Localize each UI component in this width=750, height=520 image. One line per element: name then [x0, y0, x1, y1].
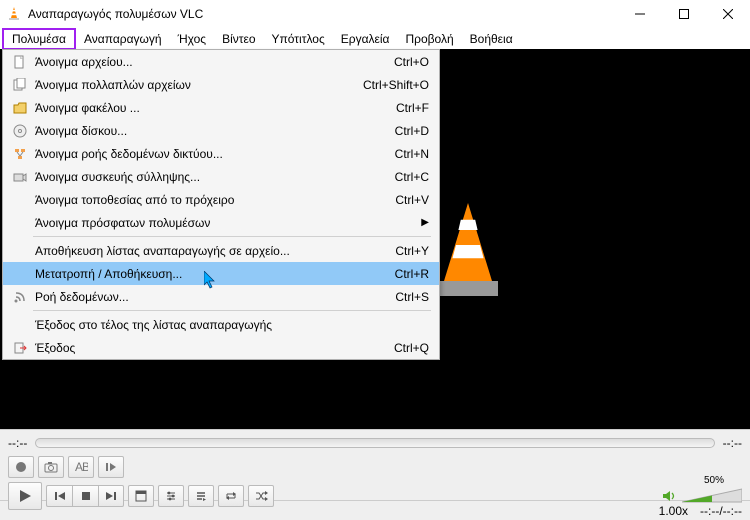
menu-item-7[interactable]: Άνοιγμα πρόσφατων πολυμέσων▶ — [3, 211, 439, 234]
menu-item-label: Ροή δεδομένων... — [31, 290, 395, 304]
capture-icon — [9, 170, 31, 184]
maximize-button[interactable] — [662, 0, 706, 28]
menu-item-shortcut: Ctrl+R — [395, 267, 429, 281]
menu-item-label: Άνοιγμα τοποθεσίας από το πρόχειρο — [31, 193, 395, 207]
minimize-button[interactable] — [618, 0, 662, 28]
submenu-arrow-icon: ▶ — [421, 217, 429, 228]
menu-1[interactable]: Αναπαραγωγή — [76, 30, 170, 48]
extended-settings-button[interactable] — [158, 485, 184, 507]
menu-item-3[interactable]: Άνοιγμα δίσκου...Ctrl+D — [3, 119, 439, 142]
seek-row: --:-- --:-- — [8, 434, 742, 452]
menu-separator — [33, 236, 431, 237]
menu-item-shortcut: Ctrl+V — [395, 193, 429, 207]
stream-icon — [9, 290, 31, 304]
menu-item-shortcut: Ctrl+D — [395, 124, 429, 138]
menu-item-shortcut: Ctrl+O — [394, 55, 429, 69]
status-time: --:--/--:-- — [700, 504, 742, 518]
menu-item-label: Έξοδος στο τέλος της λίστας αναπαραγωγής — [31, 318, 429, 332]
menu-item-1[interactable]: Άνοιγμα πολλαπλών αρχείωνCtrl+Shift+O — [3, 73, 439, 96]
menu-item-shortcut: Ctrl+N — [395, 147, 429, 161]
menu-0[interactable]: Πολυμέσα — [2, 28, 76, 50]
shuffle-button[interactable] — [248, 485, 274, 507]
vlc-cone-icon — [6, 6, 22, 22]
vlc-cone-background-icon — [438, 169, 498, 339]
menu-4[interactable]: Υπότιτλος — [264, 30, 333, 48]
menu-6[interactable]: Προβολή — [397, 30, 461, 48]
menu-item-shortcut: Ctrl+S — [395, 290, 429, 304]
volume-slider[interactable] — [682, 487, 742, 505]
menu-item-label: Αποθήκευση λίστας αναπαραγωγής σε αρχείο… — [31, 244, 395, 258]
video-area: Άνοιγμα αρχείου...Ctrl+OΆνοιγμα πολλαπλώ… — [0, 49, 750, 429]
playlist-button[interactable] — [188, 485, 214, 507]
menu-item-11[interactable]: Ροή δεδομένων...Ctrl+S — [3, 285, 439, 308]
folder-icon — [9, 101, 31, 115]
titlebar: Αναπαραγωγός πολυμέσων VLC — [0, 0, 750, 28]
menu-item-label: Άνοιγμα φακέλου ... — [31, 101, 396, 115]
menu-item-label: Άνοιγμα συσκευής σύλληψης... — [31, 170, 395, 184]
menu-3[interactable]: Βίντεο — [214, 30, 263, 48]
navigation-group — [46, 485, 124, 507]
svg-text:B: B — [82, 461, 88, 473]
file-icon — [9, 55, 31, 69]
next-button[interactable] — [98, 485, 124, 507]
menu-item-10[interactable]: Μετατροπή / Αποθήκευση...Ctrl+R — [3, 262, 439, 285]
files-icon — [9, 78, 31, 92]
menu-item-label: Έξοδος — [31, 341, 394, 355]
menu-5[interactable]: Εργαλεία — [333, 30, 398, 48]
menu-item-label: Άνοιγμα πρόσφατων πολυμέσων — [31, 216, 421, 230]
playback-speed[interactable]: 1.00x — [659, 504, 688, 518]
menu-7[interactable]: Βοήθεια — [462, 30, 521, 48]
exit-icon — [9, 341, 31, 355]
snapshot-button[interactable] — [38, 456, 64, 478]
menu-separator — [33, 310, 431, 311]
network-icon — [9, 147, 31, 161]
time-total: --:-- — [723, 436, 742, 450]
menu-item-13[interactable]: Έξοδος στο τέλος της λίστας αναπαραγωγής — [3, 313, 439, 336]
disc-icon — [9, 124, 31, 138]
time-current: --:-- — [8, 436, 27, 450]
menu-item-5[interactable]: Άνοιγμα συσκευής σύλληψης...Ctrl+C — [3, 165, 439, 188]
menu-item-2[interactable]: Άνοιγμα φακέλου ...Ctrl+F — [3, 96, 439, 119]
menu-2[interactable]: Ήχος — [170, 30, 215, 48]
menu-item-shortcut: Ctrl+Q — [394, 341, 429, 355]
menu-item-label: Μετατροπή / Αποθήκευση... — [31, 267, 395, 281]
volume-percent: 50% — [704, 475, 724, 486]
play-button[interactable] — [8, 482, 42, 510]
previous-button[interactable] — [46, 485, 72, 507]
volume-control: 50% — [662, 487, 742, 505]
fullscreen-button[interactable] — [128, 485, 154, 507]
menubar: ΠολυμέσαΑναπαραγωγήΉχοςΒίντεοΥπότιτλοςΕρ… — [0, 28, 750, 49]
menu-item-14[interactable]: ΈξοδοςCtrl+Q — [3, 336, 439, 359]
loop-ab-button[interactable]: AB — [68, 456, 94, 478]
menu-item-9[interactable]: Αποθήκευση λίστας αναπαραγωγής σε αρχείο… — [3, 239, 439, 262]
window-controls — [618, 0, 750, 28]
menu-item-4[interactable]: Άνοιγμα ροής δεδομένων δικτύου...Ctrl+N — [3, 142, 439, 165]
record-row: AB — [8, 456, 742, 478]
menu-item-label: Άνοιγμα αρχείου... — [31, 55, 394, 69]
menu-item-0[interactable]: Άνοιγμα αρχείου...Ctrl+O — [3, 50, 439, 73]
stop-button[interactable] — [72, 485, 98, 507]
frame-step-button[interactable] — [98, 456, 124, 478]
window-title: Αναπαραγωγός πολυμέσων VLC — [28, 7, 618, 21]
media-menu-dropdown: Άνοιγμα αρχείου...Ctrl+OΆνοιγμα πολλαπλώ… — [2, 49, 440, 360]
menu-item-shortcut: Ctrl+C — [395, 170, 429, 184]
seek-slider[interactable] — [35, 438, 714, 448]
menu-item-label: Άνοιγμα ροής δεδομένων δικτύου... — [31, 147, 395, 161]
record-button[interactable] — [8, 456, 34, 478]
menu-item-shortcut: Ctrl+Y — [395, 244, 429, 258]
menu-item-shortcut: Ctrl+Shift+O — [363, 78, 429, 92]
controls-panel: --:-- --:-- AB 50% — [0, 429, 750, 500]
menu-item-label: Άνοιγμα δίσκου... — [31, 124, 395, 138]
speaker-icon[interactable] — [662, 489, 678, 503]
menu-item-6[interactable]: Άνοιγμα τοποθεσίας από το πρόχειροCtrl+V — [3, 188, 439, 211]
loop-button[interactable] — [218, 485, 244, 507]
menu-item-shortcut: Ctrl+F — [396, 101, 429, 115]
close-button[interactable] — [706, 0, 750, 28]
menu-item-label: Άνοιγμα πολλαπλών αρχείων — [31, 78, 363, 92]
